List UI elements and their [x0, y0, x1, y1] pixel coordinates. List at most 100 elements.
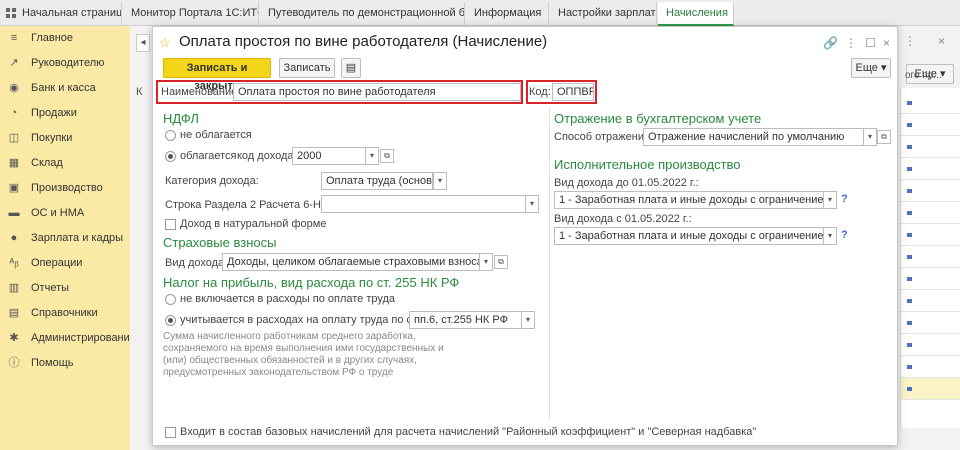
open-icon[interactable]: ⧉	[877, 130, 891, 144]
sidebar-item[interactable]: ↗ Руководителю	[0, 53, 130, 73]
save-and-close-button[interactable]: Записать и закрыть	[163, 58, 271, 92]
table-row[interactable]	[901, 290, 960, 312]
income-after-label: Вид дохода с 01.05.2022 г.:	[554, 213, 692, 225]
accounting-method-label: Способ отражения:	[554, 131, 653, 143]
chevron-down-icon[interactable]: ▾	[863, 128, 877, 146]
natural-income-checkbox[interactable]	[165, 219, 176, 230]
ndfl-line-field[interactable]	[321, 195, 529, 213]
sidebar-item[interactable]: ▬ ОС и НМА	[0, 203, 130, 223]
open-icon[interactable]: ⧉	[494, 255, 508, 269]
table-row[interactable]	[901, 246, 960, 268]
tab-label: Начисления	[666, 7, 728, 19]
sidebar-item[interactable]: ᴬᵦ Операции	[0, 253, 130, 273]
sidebar: ≡ Главное ↗ Руководителю ◉ Банк и касса ◔ Прода…	[0, 26, 136, 450]
enforcement-section-title: Исполнительное производство	[554, 157, 741, 172]
table-row[interactable]	[901, 378, 960, 400]
help-icon[interactable]: ?	[841, 229, 848, 241]
table-row[interactable]	[901, 158, 960, 180]
profit-included-radio[interactable]	[165, 315, 176, 326]
sidebar-item[interactable]: ▤ Справочники	[0, 303, 130, 323]
income-category-field[interactable]: Оплата труда (основная	[321, 172, 433, 190]
close-icon[interactable]: ×	[883, 36, 890, 50]
sidebar-item[interactable]: ◉ Банк и касса	[0, 78, 130, 98]
table-row[interactable]	[901, 334, 960, 356]
maximize-icon[interactable]: ☐	[865, 36, 876, 50]
back-arrow-icon[interactable]: ◂	[136, 34, 150, 52]
article-field[interactable]: пп.6, ст.255 НК РФ	[409, 311, 523, 329]
bg-column-header: ого пр...	[905, 70, 942, 81]
document-icon[interactable]: ▤	[341, 58, 361, 78]
sidebar-item-label: Банк и касса	[31, 82, 96, 94]
sidebar-item-label: Справочники	[31, 307, 98, 319]
chevron-down-icon[interactable]: ▾	[479, 253, 493, 271]
profit-not-included-label: не включается в расходы по оплате труда	[180, 293, 396, 305]
sidebar-item-label: Производство	[31, 182, 103, 194]
ndfl-taxed-radio[interactable]	[165, 151, 176, 162]
table-row[interactable]	[901, 268, 960, 290]
income-code-field[interactable]: 2000	[292, 147, 366, 165]
open-icon[interactable]: ⧉	[380, 149, 394, 163]
insurance-income-type-field[interactable]: Доходы, целиком облагаемые страховыми вз…	[222, 253, 480, 271]
sidebar-item[interactable]: ▣ Производство	[0, 178, 130, 198]
ndfl-not-taxed-radio[interactable]	[165, 130, 176, 141]
sidebar-item[interactable]: ✱ Администрирование	[0, 328, 136, 348]
sidebar-item-label: Покупки	[31, 132, 73, 144]
profit-not-included-radio[interactable]	[165, 294, 176, 305]
tab-demo-guide[interactable]: Путеводитель по демонстрационной базе×	[260, 2, 465, 26]
table-row[interactable]	[901, 312, 960, 334]
sidebar-item[interactable]: ◔ Продажи	[0, 103, 130, 123]
income-after-field[interactable]: 1 - Заработная плата и иные доходы с огр…	[554, 227, 824, 245]
sidebar-item[interactable]: ▥ Отчеты	[0, 278, 130, 298]
tab-info[interactable]: Информация ×	[466, 2, 549, 26]
table-row[interactable]	[901, 114, 960, 136]
chevron-down-icon[interactable]: ▾	[823, 227, 837, 245]
more-button[interactable]: Еще ▾	[851, 58, 891, 78]
operations-icon: ᴬᵦ	[9, 257, 19, 269]
close-icon[interactable]: ×	[547, 7, 548, 19]
chart-icon: ↗	[9, 57, 19, 69]
chevron-down-icon[interactable]: ▾	[433, 172, 447, 190]
close-window-icon[interactable]: ×	[938, 34, 945, 48]
more-vertical-icon[interactable]: ⋮	[845, 36, 857, 50]
table-row[interactable]	[901, 180, 960, 202]
home-icon	[6, 8, 16, 18]
chevron-down-icon[interactable]: ▾	[525, 195, 539, 213]
help-icon[interactable]: ?	[841, 193, 848, 205]
tab-salary-settings[interactable]: Настройки зарплаты ×	[550, 2, 657, 26]
tab-its-monitor[interactable]: Монитор Портала 1С:ИТС×	[123, 2, 259, 26]
name-field[interactable]: Оплата простоя по вине работодателя	[233, 83, 521, 101]
code-label: Код:	[529, 86, 551, 98]
save-button[interactable]: Записать	[279, 58, 335, 78]
sidebar-item[interactable]: ● Зарплата и кадры	[0, 228, 130, 248]
table-row[interactable]	[901, 92, 960, 114]
table-row[interactable]	[901, 136, 960, 158]
sidebar-item[interactable]: ≡ Главное	[0, 28, 130, 48]
code-field[interactable]: ОППВР	[552, 83, 594, 101]
tab-accruals[interactable]: Начисления×	[658, 2, 734, 26]
favorite-star-icon[interactable]: ☆	[159, 35, 171, 51]
factory-icon: ▣	[8, 182, 20, 194]
income-before-field[interactable]: 1 - Заработная плата и иные доходы с огр…	[554, 191, 824, 209]
sidebar-item[interactable]: ⓘ Помощь	[0, 353, 130, 373]
sidebar-item[interactable]: ▦ Склад	[0, 153, 130, 173]
name-label: Наименование:	[161, 86, 241, 98]
link-icon[interactable]: 🔗	[823, 36, 838, 50]
accounting-section-title: Отражение в бухгалтерском учете	[554, 111, 762, 126]
chevron-down-icon[interactable]: ▾	[823, 191, 837, 209]
table-row[interactable]	[901, 202, 960, 224]
article-description: Сумма начисленного работникам среднего з…	[163, 331, 444, 378]
tab-label: Монитор Портала 1С:ИТС	[131, 7, 259, 19]
base-accruals-label: Входит в состав базовых начислений для р…	[180, 426, 757, 438]
sidebar-item[interactable]: ◫ Покупки	[0, 128, 130, 148]
chevron-down-icon[interactable]: ▾	[365, 147, 379, 165]
chevron-down-icon[interactable]: ▾	[521, 311, 535, 329]
base-accruals-checkbox[interactable]	[165, 427, 176, 438]
table-row[interactable]	[901, 224, 960, 246]
accounting-method-field[interactable]: Отражение начислений по умолчанию	[643, 128, 865, 146]
link-icon[interactable]: ⋮	[904, 34, 916, 48]
table-row[interactable]	[901, 356, 960, 378]
tab-home[interactable]: Начальная страница	[0, 2, 122, 26]
truck-icon: ▬	[8, 207, 20, 219]
profit-included-label: учитывается в расходах на оплату труда п…	[180, 314, 443, 326]
row-marker-icon	[907, 343, 912, 347]
